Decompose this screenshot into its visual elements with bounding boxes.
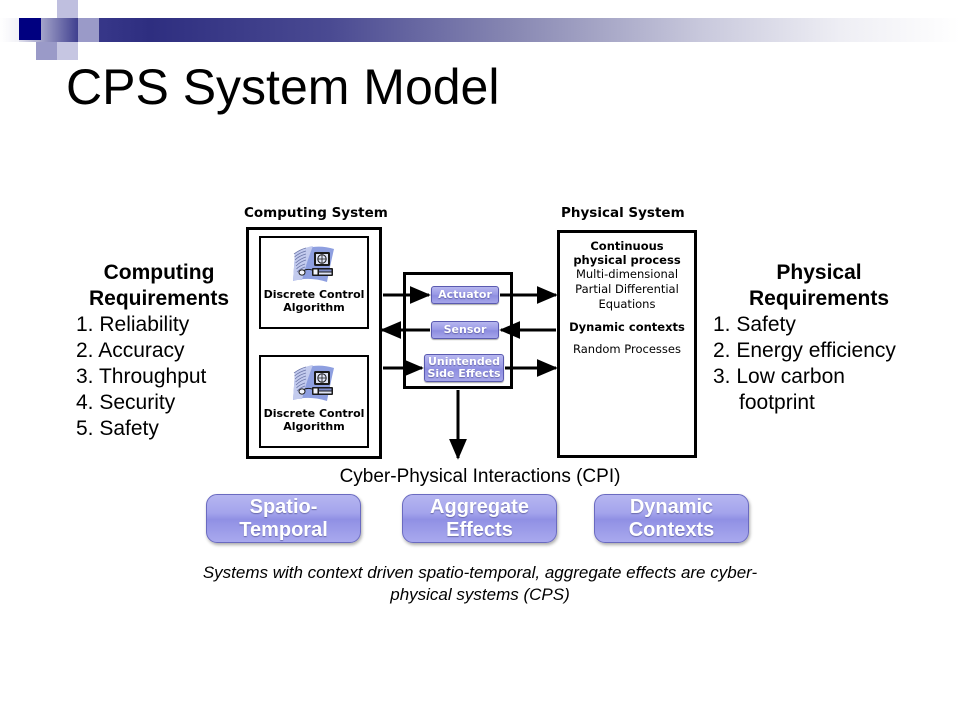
list-item: 2. Accuracy (76, 338, 242, 364)
dca-label-line1: Discrete Control (263, 288, 365, 301)
banner-square-mid-a (36, 42, 57, 60)
list-item: 1. Safety (713, 312, 925, 338)
list-item-number: 5. (76, 417, 94, 440)
sensor-chip-label: Sensor (443, 323, 487, 336)
computing-requirements-block: Computing Requirements 1. Reliability 2.… (76, 260, 242, 442)
list-item: 1. Reliability (76, 312, 242, 338)
banner-square-pale (0, 18, 19, 42)
list-item-label: footprint (739, 391, 815, 414)
list-item-label: Low carbon (736, 365, 845, 388)
list-item: 5. Safety (76, 416, 242, 442)
computing-requirements-title-line2: Requirements (88, 287, 230, 310)
banner-gradient-bar (0, 18, 960, 42)
unintended-side-effects-label-line2: Side Effects (427, 367, 501, 380)
unintended-side-effects-chip: Unintended Side Effects (424, 354, 504, 382)
summary-caption-line1: Systems with context driven spatio-tempo… (202, 563, 622, 582)
computer-workstation-icon (287, 244, 341, 288)
page-title: CPS System Model (66, 59, 500, 115)
pde-detail-line1: Multi-dimensional (575, 267, 679, 281)
continuous-process-heading-line2: physical process (573, 253, 681, 267)
list-item-label: Safety (99, 417, 159, 440)
computing-system-label: Computing System (244, 205, 388, 221)
pde-detail: Multi-dimensional Partial Differential E… (562, 267, 692, 312)
dynamic-contexts-label-line1: Dynamic (629, 495, 714, 518)
actuator-chip: Actuator (431, 286, 499, 304)
banner-square-navy (19, 18, 41, 40)
dynamic-contexts-heading: Dynamic contexts (569, 320, 685, 334)
list-item: 3. Throughput (76, 364, 242, 390)
list-item-number: 2. (76, 339, 94, 362)
physical-requirements-title-line2: Requirements (748, 287, 890, 310)
pde-detail-line3: Equations (598, 297, 656, 311)
slide-banner-decoration (0, 0, 960, 60)
list-item-number: 2. (713, 339, 731, 362)
physical-requirements-block: Physical Requirements 1. Safety 2. Energ… (713, 260, 925, 416)
dca-label-line2: Algorithm (283, 301, 345, 314)
discrete-control-algorithm-card-1: Discrete Control Algorithm (259, 236, 369, 329)
spatio-temporal-label-line2: Temporal (239, 518, 328, 541)
dynamic-contexts-chip: Dynamic Contexts (594, 494, 749, 543)
spatio-temporal-label-line1: Spatio- (249, 495, 318, 518)
banner-square-light-a (57, 0, 78, 18)
summary-caption: Systems with context driven spatio-tempo… (180, 562, 780, 606)
physical-requirements-title-line1: Physical (776, 261, 862, 284)
physical-requirements-list: 1. Safety 2. Energy efficiency 3. Low ca… (713, 312, 925, 416)
physical-system-label: Physical System (561, 205, 685, 221)
list-item-number: 4. (76, 391, 94, 414)
spatio-temporal-chip: Spatio- Temporal (206, 494, 361, 543)
discrete-control-algorithm-card-2: Discrete Control Algorithm (259, 355, 369, 448)
actuator-chip-label: Actuator (438, 288, 492, 301)
aggregate-effects-label-line2: Effects (446, 518, 513, 541)
list-item-number: 1. (713, 313, 731, 336)
discrete-control-algorithm-label-2: Discrete Control Algorithm (261, 407, 367, 433)
list-item-number: 3. (76, 365, 94, 388)
list-item-label: Reliability (99, 313, 190, 336)
computing-requirements-title-line1: Computing (103, 261, 215, 284)
list-item-number: 3. (713, 365, 731, 388)
dca-label-line1: Discrete Control (263, 407, 365, 420)
list-item: 2. Energy efficiency (713, 338, 925, 364)
list-item: footprint (713, 390, 925, 416)
list-item-number: 1. (76, 313, 94, 336)
computing-requirements-list: 1. Reliability 2. Accuracy 3. Throughput… (76, 312, 242, 442)
computer-workstation-icon (287, 363, 341, 407)
banner-square-mid-b (78, 18, 99, 42)
discrete-control-algorithm-label-1: Discrete Control Algorithm (261, 288, 367, 314)
physical-system-box: Continuous physical process Multi-dimens… (557, 230, 697, 458)
cpi-caption: Cyber-Physical Interactions (CPI) (339, 466, 621, 487)
sensor-chip: Sensor (431, 321, 499, 339)
continuous-process-heading: Continuous physical process (562, 239, 692, 267)
list-item-label: Safety (736, 313, 796, 336)
continuous-process-heading-line1: Continuous (590, 239, 664, 253)
physical-system-content: Continuous physical process Multi-dimens… (562, 239, 692, 357)
dca-label-line2: Algorithm (283, 420, 345, 433)
pde-detail-line2: Partial Differential (575, 282, 679, 296)
aggregate-effects-label-line1: Aggregate (430, 495, 529, 518)
dynamic-contexts-label-line2: Contexts (628, 518, 715, 541)
random-processes-detail: Random Processes (573, 342, 681, 356)
list-item-label: Security (99, 391, 176, 414)
list-item-label: Accuracy (98, 339, 185, 362)
list-item-label: Energy efficiency (736, 339, 896, 362)
aggregate-effects-chip: Aggregate Effects (402, 494, 557, 543)
list-item: 3. Low carbon (713, 364, 925, 390)
list-item: 4. Security (76, 390, 242, 416)
list-item-label: Throughput (98, 365, 207, 388)
